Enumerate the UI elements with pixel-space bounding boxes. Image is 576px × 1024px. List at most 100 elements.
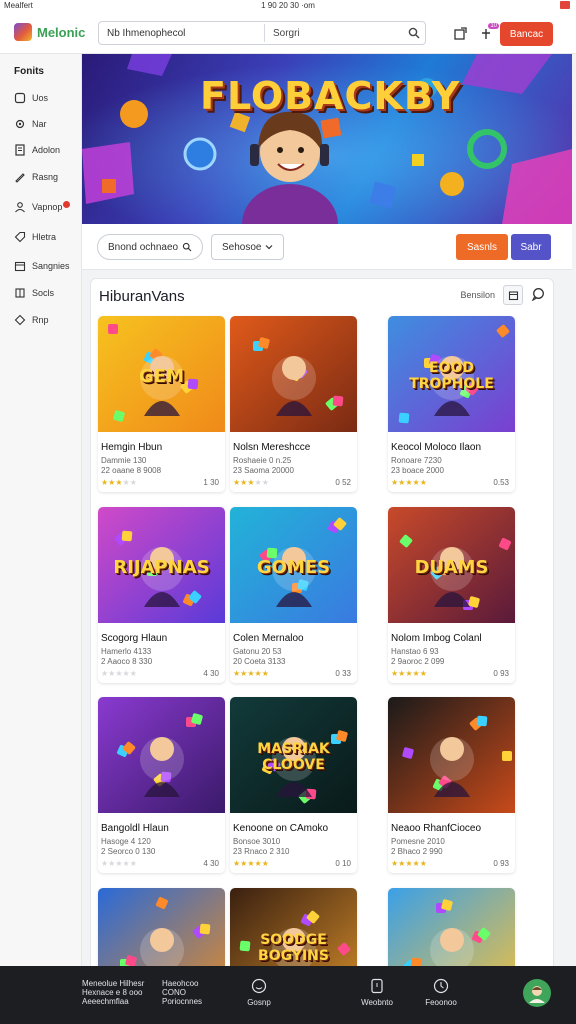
star-icon: ★: [405, 478, 413, 487]
game-title: Bangoldl Hlaun: [101, 823, 169, 834]
game-card[interactable]: EOOD TROPHOLE Keocol Moloco Ilaon Ronoar…: [388, 316, 515, 492]
sidebar-heading: Fonits: [14, 66, 44, 77]
game-count: 0.53: [493, 478, 509, 487]
bottom-nav-gosnp[interactable]: Gosnp: [231, 978, 287, 1007]
game-meta-1: Roshaeie 0 n.25: [233, 456, 292, 465]
game-thumbnail-art: [388, 697, 515, 813]
calendar-filter-button[interactable]: [503, 285, 523, 305]
star-icon: ★: [419, 669, 427, 678]
game-thumbnail: EOOD TROPHOLE: [388, 316, 515, 432]
gear-icon: [15, 119, 25, 129]
sidebar-item-rasng[interactable]: Rasng: [14, 168, 58, 186]
diamond-icon: [14, 314, 26, 326]
sidebar-item-uos[interactable]: Uos: [14, 89, 48, 107]
star-icon: ★: [115, 669, 123, 678]
sidebar-item-rnp[interactable]: Rnp: [14, 311, 49, 329]
game-count: 4 30: [203, 669, 219, 678]
star-icon: ★: [129, 859, 137, 868]
game-card[interactable]: Neaoo RhanfCioceo Pomesne 2010 2 Bhaco 2…: [388, 697, 515, 873]
search-bar: Sorgri: [98, 21, 426, 45]
star-icon: ★: [419, 859, 427, 868]
rating-stars: ★★★★★: [101, 669, 137, 678]
game-card[interactable]: Bangoldl Hlaun Hasoge 4 120 2 Seorco 0 1…: [98, 697, 225, 873]
game-thumbnail: GOMES: [230, 507, 357, 623]
panel-tools: Bensilon: [460, 285, 545, 305]
star-icon: ★: [115, 478, 123, 487]
filter-action-button[interactable]: Sasnls: [456, 234, 508, 260]
sidebar-item-sangnies[interactable]: Sangnies: [14, 257, 70, 275]
game-thumbnail: MASRIAK CLOOVE: [230, 697, 357, 813]
sort-label[interactable]: Bensilon: [460, 290, 495, 300]
game-card[interactable]: RIJAPNAS Scogorg Hlaun Hamerlo 4133 2 Aa…: [98, 507, 225, 683]
sidebar-item-socls[interactable]: Socls: [14, 284, 54, 302]
star-icon: ★: [412, 669, 420, 678]
chat-icon[interactable]: [531, 287, 545, 303]
share-icon[interactable]: [452, 26, 468, 42]
game-count: 4 30: [203, 859, 219, 868]
game-meta-2: 2 Seorco 0 130: [101, 847, 156, 856]
game-meta-1: Hamerlo 4133: [101, 647, 152, 656]
game-meta-1: Gatonu 20 53: [233, 647, 282, 656]
star-icon: ★: [254, 478, 262, 487]
star-icon: ★: [247, 859, 255, 868]
avatar[interactable]: [523, 979, 551, 1007]
star-icon: ★: [405, 669, 413, 678]
filter-dropdown-2[interactable]: Sehosoe: [211, 234, 285, 260]
primary-cta-button[interactable]: Bancac: [500, 22, 553, 46]
filter-dropdown-1[interactable]: Bnond ochnaeo: [97, 234, 204, 260]
rating-stars: ★★★★★: [101, 859, 137, 868]
secondary-line-1: Haeohcoo: [162, 979, 199, 988]
star-icon: ★: [122, 669, 130, 678]
search-icon[interactable]: [403, 22, 425, 44]
sidebar-item-adolon[interactable]: Adolon: [14, 141, 60, 159]
game-card[interactable]: Nolsn Mereshcce Roshaeie 0 n.25 23 Saoma…: [230, 316, 357, 492]
game-card[interactable]: DUAMS Nolom Imbog Colanl Hanstao 6 93 2 …: [388, 507, 515, 683]
top-bar: Melonic Sorgri 10 Bancac: [0, 12, 576, 54]
game-card[interactable]: GEM Hemgin Hbun Dammie 130 22 oaane 8 90…: [98, 316, 225, 492]
star-icon: ★: [129, 669, 137, 678]
sidebar-item-hletra[interactable]: Hletra: [14, 228, 56, 246]
game-card[interactable]: MASRIAK CLOOVE Kenoone on CAmoko Bonsoe …: [230, 697, 357, 873]
game-title: Neaoo RhanfCioceo: [391, 823, 482, 834]
game-thumbnail-title: DUAMS: [414, 557, 489, 578]
game-meta-2: 20 Coeta 3133: [233, 657, 286, 666]
star-icon: ★: [254, 669, 262, 678]
game-meta-2: 23 boace 2000: [391, 466, 444, 475]
search-button-label[interactable]: Sorgri: [265, 28, 403, 39]
star-icon: ★: [122, 478, 130, 487]
bottom-nav-weobnto[interactable]: Weobnto: [349, 978, 405, 1007]
promo-line-1: Meneolue Hilhesr: [82, 979, 145, 988]
game-meta-1: Ronoare 7230: [391, 456, 442, 465]
bottom-nav-feoonoo[interactable]: Feoonoo: [413, 978, 469, 1007]
game-title: Nolsn Mereshcce: [233, 442, 311, 453]
filter-submit-button[interactable]: Sabr: [511, 234, 551, 260]
game-card[interactable]: GOMES Colen Mernaloo Gatonu 20 53 20 Coe…: [230, 507, 357, 683]
game-title: Scogorg Hlaun: [101, 633, 168, 644]
game-meta-1: Hanstao 6 93: [391, 647, 439, 656]
rating-stars: ★★★★★: [233, 478, 269, 487]
sidebar-item-nar[interactable]: Nar: [14, 115, 47, 133]
game-meta-2: 2 Aaoco 8 330: [101, 657, 153, 666]
app-logo[interactable]: Melonic: [14, 23, 85, 41]
avatar-face-icon: [529, 986, 545, 1003]
clock-icon: [433, 978, 449, 994]
secondary-text: Haeohcoo CONO Poriocnnes: [162, 979, 202, 1006]
search-input[interactable]: [99, 22, 264, 44]
sidebar-item-vapnop[interactable]: Vapnop: [14, 198, 71, 216]
star-icon: ★: [247, 669, 255, 678]
sidebar-item-label: Socls: [32, 288, 55, 298]
game-thumbnail: DUAMS: [388, 507, 515, 623]
sidebar-item-label: Hletra: [32, 232, 57, 242]
tag-icon: [14, 231, 26, 243]
search-icon: [182, 242, 192, 252]
notification-icon[interactable]: 10: [478, 23, 499, 42]
hero-banner[interactable]: FLOBACKBY: [82, 54, 572, 224]
star-icon: ★: [261, 669, 269, 678]
star-icon: ★: [405, 859, 413, 868]
battery-icon: [560, 1, 570, 9]
game-title: Hemgin Hbun: [101, 442, 163, 453]
star-icon: ★: [129, 478, 137, 487]
secondary-line-2: CONO: [162, 988, 186, 997]
filter-dropdown-2-label: Sehosoe: [222, 241, 262, 253]
sidebar-item-label: Adolon: [32, 145, 61, 155]
